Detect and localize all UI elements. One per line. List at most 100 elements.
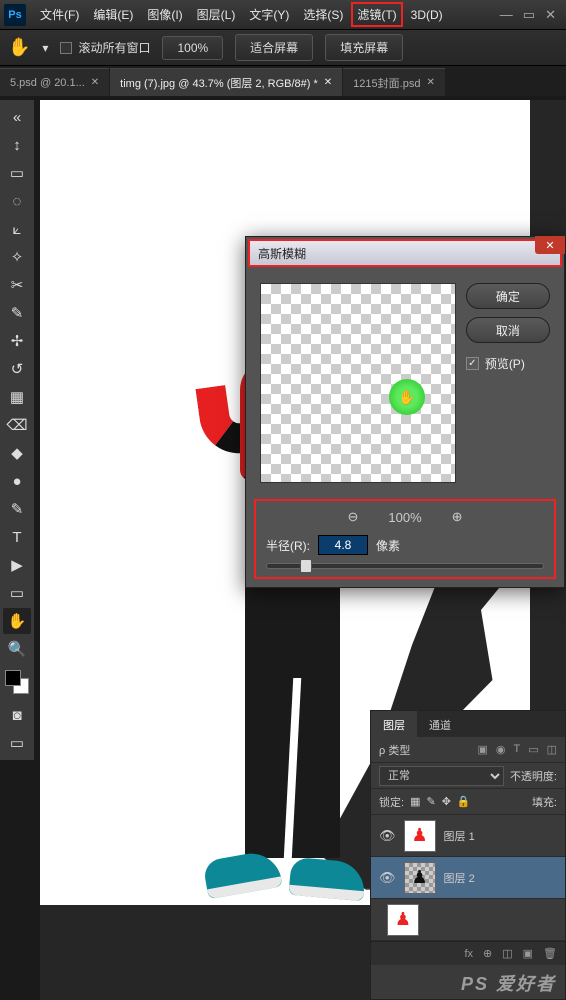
healing-tool[interactable]: ✎ [3, 300, 31, 326]
layer-row[interactable]: 👁 ♟ 图层 1 [371, 815, 565, 857]
layer-name[interactable]: 图层 1 [444, 828, 475, 844]
scroll-all-checkbox[interactable]: 滚动所有窗口 [60, 39, 150, 56]
blend-mode-select[interactable]: 正常 [379, 766, 504, 786]
radius-input[interactable] [318, 535, 368, 555]
kind-filter-label: ρ 类型 [379, 742, 410, 758]
hand-tool[interactable]: ✋ [3, 608, 31, 634]
lock-pos-icon[interactable]: ✥ [442, 795, 451, 808]
dialog-titlebar[interactable]: 高斯模糊 [248, 239, 562, 267]
close-button[interactable]: ✕ [545, 7, 556, 23]
lock-label: 锁定: [379, 794, 404, 810]
scroll-all-label: 滚动所有窗口 [78, 39, 150, 56]
checkbox-icon [60, 42, 72, 54]
zoom-percent-button[interactable]: 100% [162, 36, 223, 60]
document-tabs: 5.psd @ 20.1...✕ timg (7).jpg @ 43.7% (图… [0, 66, 566, 96]
zoom-tool[interactable]: 🔍 [3, 636, 31, 662]
fill-screen-button[interactable]: 填充屏幕 [325, 34, 403, 61]
mask-icon[interactable]: ⊕ [483, 947, 492, 960]
pen-tool[interactable]: ✎ [3, 496, 31, 522]
lock-all-icon[interactable]: 🔒 [457, 795, 471, 808]
path-select-tool[interactable]: ▶ [3, 552, 31, 578]
quick-select-tool[interactable]: ⟀ [3, 216, 31, 242]
tab-doc-3[interactable]: 1215封面.psd ✕ [343, 68, 445, 96]
preview-area[interactable]: ✋ [260, 283, 456, 483]
tab-label: 1215封面.psd [353, 75, 420, 91]
layer-thumbnail[interactable]: ♟ [387, 904, 419, 936]
tab-channels[interactable]: 通道 [417, 711, 463, 737]
fx-icon[interactable]: fx [464, 948, 473, 960]
menu-type[interactable]: 文字(Y) [243, 2, 295, 27]
marquee-tool[interactable]: ▭ [3, 160, 31, 186]
crop-tool[interactable]: ✧ [3, 244, 31, 270]
trash-icon[interactable]: 🗑 [543, 947, 557, 960]
lock-pixel-icon[interactable]: ✎ [426, 795, 435, 808]
filter-smart-icon[interactable]: ◫ [547, 743, 557, 756]
opacity-label: 不透明度: [510, 768, 557, 784]
layer-thumbnail[interactable]: ♟ [404, 862, 436, 894]
visibility-icon[interactable]: 👁 [379, 828, 396, 844]
zoom-out-button[interactable]: ⊖ [347, 509, 358, 525]
filter-shape-icon[interactable]: ▭ [528, 743, 538, 756]
menu-file[interactable]: 文件(F) [34, 2, 85, 27]
layer-row[interactable]: 👁 ♟ 图层 2 [371, 857, 565, 899]
gradient-tool[interactable]: ◆ [3, 440, 31, 466]
minimize-button[interactable]: — [500, 7, 513, 23]
eraser-tool[interactable]: ⌫ [3, 412, 31, 438]
eyedropper-tool[interactable]: ✂ [3, 272, 31, 298]
menu-bar: Ps 文件(F) 编辑(E) 图像(I) 图层(L) 文字(Y) 选择(S) 滤… [0, 0, 566, 30]
filter-pixel-icon[interactable]: ▣ [477, 743, 487, 756]
menu-image[interactable]: 图像(I) [141, 2, 188, 27]
close-icon[interactable]: ✕ [324, 77, 332, 88]
filter-type-icon[interactable]: T [513, 743, 520, 756]
slider-thumb[interactable] [300, 559, 312, 573]
blur-tool[interactable]: ● [3, 468, 31, 494]
type-tool[interactable]: T [3, 524, 31, 550]
color-swatches[interactable] [5, 670, 29, 694]
tab-label: timg (7).jpg @ 43.7% (图层 2, RGB/8#) * [120, 75, 318, 91]
menu-filter[interactable]: 滤镜(T) [351, 2, 402, 27]
filter-icons[interactable]: ▣ ◉ T ▭ ◫ [477, 743, 557, 756]
menu-3d[interactable]: 3D(D) [405, 4, 449, 26]
layers-panel: 图层 通道 ρ 类型 ▣ ◉ T ▭ ◫ 正常 不透明度: 锁定: ▦ ✎ ✥ … [370, 710, 566, 1000]
menu-layer[interactable]: 图层(L) [191, 2, 242, 27]
cancel-button[interactable]: 取消 [466, 317, 550, 343]
collapse-icon[interactable]: « [3, 104, 31, 130]
close-icon[interactable]: ✕ [426, 77, 434, 88]
divider: ▾ [42, 41, 48, 55]
hand-cursor-icon: ✋ [398, 389, 415, 406]
shape-tool[interactable]: ▭ [3, 580, 31, 606]
hand-tool-icon: ✋ [8, 37, 30, 58]
layer-name[interactable]: 图层 2 [444, 870, 475, 886]
menu-select[interactable]: 选择(S) [297, 2, 349, 27]
quick-mask-icon[interactable]: ◙ [3, 702, 31, 728]
history-brush-tool[interactable]: ▦ [3, 384, 31, 410]
menu-edit[interactable]: 编辑(E) [87, 2, 139, 27]
tab-doc-1[interactable]: 5.psd @ 20.1...✕ [0, 68, 109, 96]
visibility-icon[interactable]: 👁 [379, 870, 396, 886]
screen-mode-icon[interactable]: ▭ [3, 730, 31, 756]
gaussian-blur-dialog: ✕ 高斯模糊 ✋ 确定 取消 ✓ 预览(P) ⊖ 100% ⊕ 半径(R): 像… [245, 236, 565, 588]
preview-label: 预览(P) [485, 355, 525, 372]
tab-doc-2[interactable]: timg (7).jpg @ 43.7% (图层 2, RGB/8#) * ✕ [110, 68, 342, 96]
radius-slider[interactable] [266, 563, 544, 569]
layer-row[interactable]: ♟ [371, 899, 565, 941]
brush-tool[interactable]: ✢ [3, 328, 31, 354]
move-tool[interactable]: ↕ [3, 132, 31, 158]
lasso-tool[interactable]: ◌ [3, 188, 31, 214]
adjustment-icon[interactable]: ◫ [502, 947, 512, 960]
zoom-in-button[interactable]: ⊕ [452, 509, 463, 525]
checkbox-icon: ✓ [466, 357, 479, 370]
preview-checkbox[interactable]: ✓ 预览(P) [466, 355, 550, 372]
dialog-close-button[interactable]: ✕ [535, 236, 565, 254]
stamp-tool[interactable]: ↺ [3, 356, 31, 382]
ok-button[interactable]: 确定 [466, 283, 550, 309]
new-layer-icon[interactable]: ▣ [523, 947, 533, 960]
lock-trans-icon[interactable]: ▦ [410, 795, 420, 808]
filter-adjust-icon[interactable]: ◉ [496, 743, 506, 756]
maximize-button[interactable]: ▭ [523, 7, 535, 23]
fg-color-swatch[interactable] [5, 670, 21, 686]
tab-layers[interactable]: 图层 [371, 711, 417, 737]
close-icon[interactable]: ✕ [91, 77, 99, 88]
fit-screen-button[interactable]: 适合屏幕 [235, 34, 313, 61]
layer-thumbnail[interactable]: ♟ [404, 820, 436, 852]
